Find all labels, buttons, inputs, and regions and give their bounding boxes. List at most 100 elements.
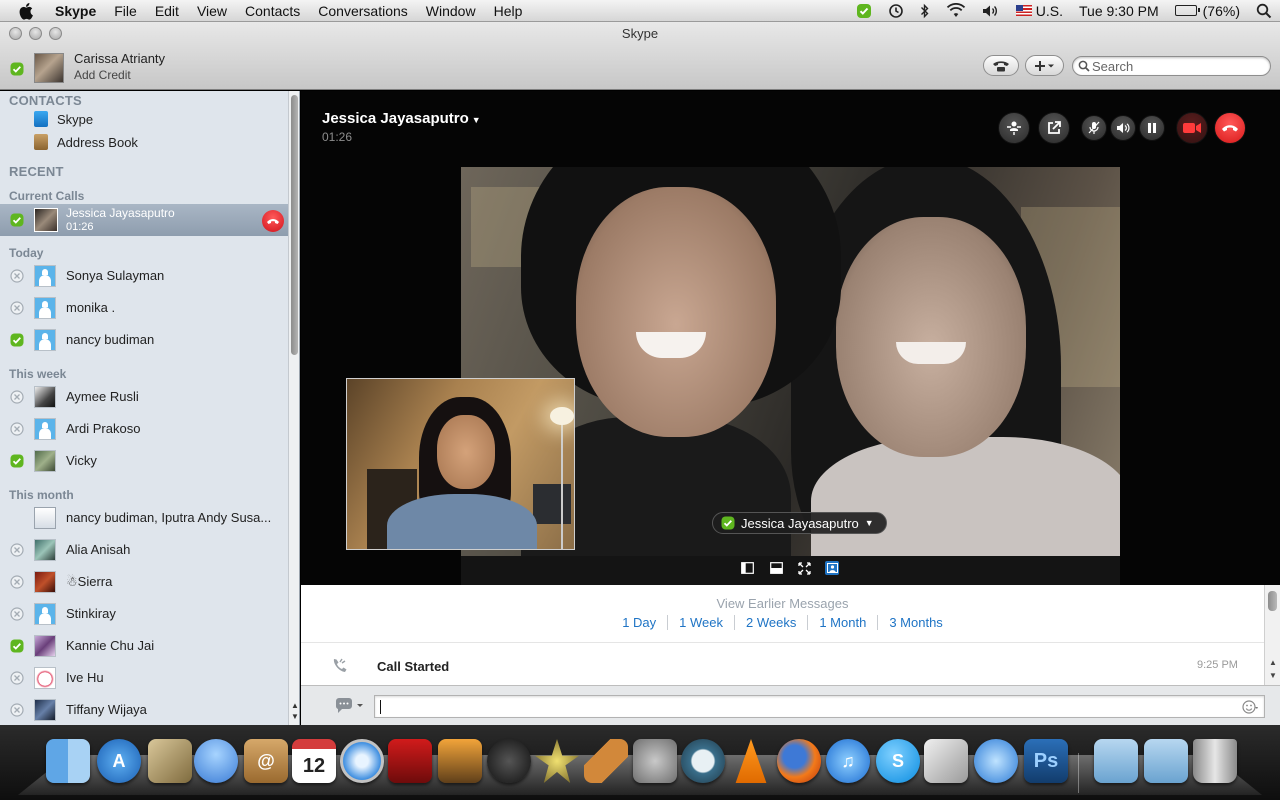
scrollbar-thumb[interactable] [1268, 591, 1277, 611]
bluetooth-icon[interactable] [920, 3, 930, 19]
applications-folder-icon[interactable] [1094, 739, 1138, 783]
fullscreen-button[interactable] [797, 561, 811, 575]
skype-icon[interactable]: S [876, 739, 920, 783]
view-earlier-messages-link[interactable]: View Earlier Messages [301, 596, 1264, 611]
list-item[interactable]: Tiffany Wijaya [0, 695, 288, 725]
photoshop-icon[interactable]: Ps [1024, 739, 1068, 783]
list-item[interactable]: Ive Hu [0, 663, 288, 693]
range-2-weeks-link[interactable]: 2 Weeks [734, 615, 807, 630]
current-call-row[interactable]: Jessica Jayasaputro 01:26 [0, 204, 288, 236]
list-item[interactable]: Alia Anisah [0, 535, 288, 565]
sidebar-item-skype[interactable]: Skype [34, 109, 93, 129]
my-avatar[interactable] [34, 53, 64, 83]
show-self-view-button[interactable] [825, 561, 839, 575]
photo-booth-icon[interactable] [388, 739, 432, 783]
call-participants-button[interactable] [998, 112, 1030, 144]
chat-scrollbar[interactable]: ▲ ▼ [1264, 585, 1280, 685]
phone-dialpad-icon [993, 60, 1009, 71]
dashboard-icon[interactable] [487, 739, 531, 783]
sidebar-toggle-button[interactable] [740, 561, 754, 575]
speaker-volume-button[interactable] [1110, 115, 1136, 141]
spotlight-icon[interactable] [1256, 3, 1272, 19]
address-book-icon[interactable]: @ [244, 739, 288, 783]
sidebar-scrollbar[interactable]: ▲ ▼ [288, 91, 299, 725]
time-machine-icon[interactable] [681, 739, 725, 783]
skype-status-menu-icon[interactable] [856, 3, 872, 19]
my-status-online-icon[interactable] [10, 62, 24, 76]
list-item[interactable]: ☃Sierra [0, 567, 288, 597]
scrollbar-thumb[interactable] [291, 95, 298, 355]
pop-out-button[interactable] [1038, 112, 1070, 144]
volume-icon[interactable] [982, 4, 1000, 18]
time-machine-menu-icon[interactable] [888, 3, 904, 19]
ical-icon[interactable]: 12 [292, 739, 336, 783]
list-item[interactable]: nancy budiman, Iputra Andy Susa... [0, 503, 288, 533]
video-contact-label[interactable]: Jessica Jayasaputro ▼ [712, 512, 887, 534]
list-item[interactable]: Vicky [0, 446, 288, 476]
call-contact-name[interactable]: Jessica Jayasaputro ▼ [322, 110, 481, 127]
hold-call-button[interactable] [1139, 115, 1165, 141]
list-item[interactable]: monika . [0, 293, 288, 323]
menu-contacts[interactable]: Contacts [236, 0, 309, 22]
menu-app-skype[interactable]: Skype [46, 0, 105, 22]
dock-separator [1078, 753, 1079, 793]
emoticon-picker-icon[interactable] [1242, 699, 1258, 715]
list-item[interactable]: Stinkiray [0, 599, 288, 629]
list-item[interactable]: Sonya Sulayman [0, 261, 288, 291]
end-call-button[interactable] [1214, 112, 1246, 144]
menu-file[interactable]: File [105, 0, 146, 22]
trash-icon[interactable] [1193, 739, 1237, 783]
list-item[interactable]: nancy budiman [0, 325, 288, 355]
range-1-day-link[interactable]: 1 Day [611, 615, 667, 630]
scroll-down-arrow-icon[interactable]: ▼ [1265, 671, 1280, 680]
range-3-months-link[interactable]: 3 Months [877, 615, 953, 630]
garageband-icon[interactable] [584, 739, 628, 783]
scroll-up-arrow-icon[interactable]: ▲ [289, 701, 299, 710]
dial-pad-button[interactable] [983, 55, 1019, 76]
menu-help[interactable]: Help [485, 0, 532, 22]
list-item[interactable]: Ardi Prakoso [0, 414, 288, 444]
hang-up-button[interactable] [262, 210, 284, 232]
safari-icon[interactable] [340, 739, 384, 783]
iphoto-icon[interactable] [438, 739, 482, 783]
add-credit-link[interactable]: Add Credit [74, 68, 131, 82]
chat-bubble-menu-icon[interactable] [334, 698, 364, 714]
openoffice-icon[interactable] [974, 739, 1018, 783]
clock[interactable]: Tue 9:30 PM [1079, 3, 1159, 19]
menu-edit[interactable]: Edit [146, 0, 188, 22]
documents-folder-icon[interactable] [1144, 739, 1188, 783]
list-item[interactable]: Kannie Chu Jai [0, 631, 288, 661]
battery-menu[interactable]: (76%) [1174, 3, 1240, 19]
range-1-month-link[interactable]: 1 Month [807, 615, 877, 630]
mute-microphone-button[interactable] [1081, 115, 1107, 141]
scroll-down-arrow-icon[interactable]: ▼ [289, 712, 299, 721]
add-button[interactable] [1025, 55, 1064, 76]
system-preferences-icon[interactable] [633, 739, 677, 783]
apple-menu-icon[interactable] [18, 2, 36, 20]
menu-window[interactable]: Window [417, 0, 485, 22]
layout-toggle-button[interactable] [769, 561, 783, 575]
menu-conversations[interactable]: Conversations [309, 0, 417, 22]
hang-up-icon [267, 219, 279, 224]
range-1-week-link[interactable]: 1 Week [667, 615, 734, 630]
itunes-icon[interactable]: ♫ [826, 739, 870, 783]
account-name[interactable]: Carissa Atrianty [74, 51, 165, 66]
menu-view[interactable]: View [188, 0, 236, 22]
list-item[interactable]: Aymee Rusli [0, 382, 288, 412]
search-field[interactable] [1072, 56, 1271, 76]
sidebar-item-address-book[interactable]: Address Book [34, 132, 138, 152]
finder-icon[interactable] [46, 739, 90, 783]
self-view-preview[interactable] [346, 378, 575, 550]
toggle-video-button[interactable] [1176, 112, 1208, 144]
message-input[interactable] [374, 695, 1265, 718]
wifi-icon[interactable] [946, 3, 966, 18]
preview-icon[interactable] [924, 739, 968, 783]
app-store-icon[interactable]: A [97, 739, 141, 783]
dock: A @ 12 ♫ S Ps [0, 725, 1280, 800]
ichat-icon[interactable] [194, 739, 238, 783]
mail-stamp-icon[interactable] [148, 739, 192, 783]
scroll-up-arrow-icon[interactable]: ▲ [1265, 658, 1280, 667]
input-source-menu[interactable]: U.S. [1015, 3, 1063, 19]
firefox-icon[interactable] [777, 739, 821, 783]
search-input[interactable] [1092, 58, 1262, 74]
